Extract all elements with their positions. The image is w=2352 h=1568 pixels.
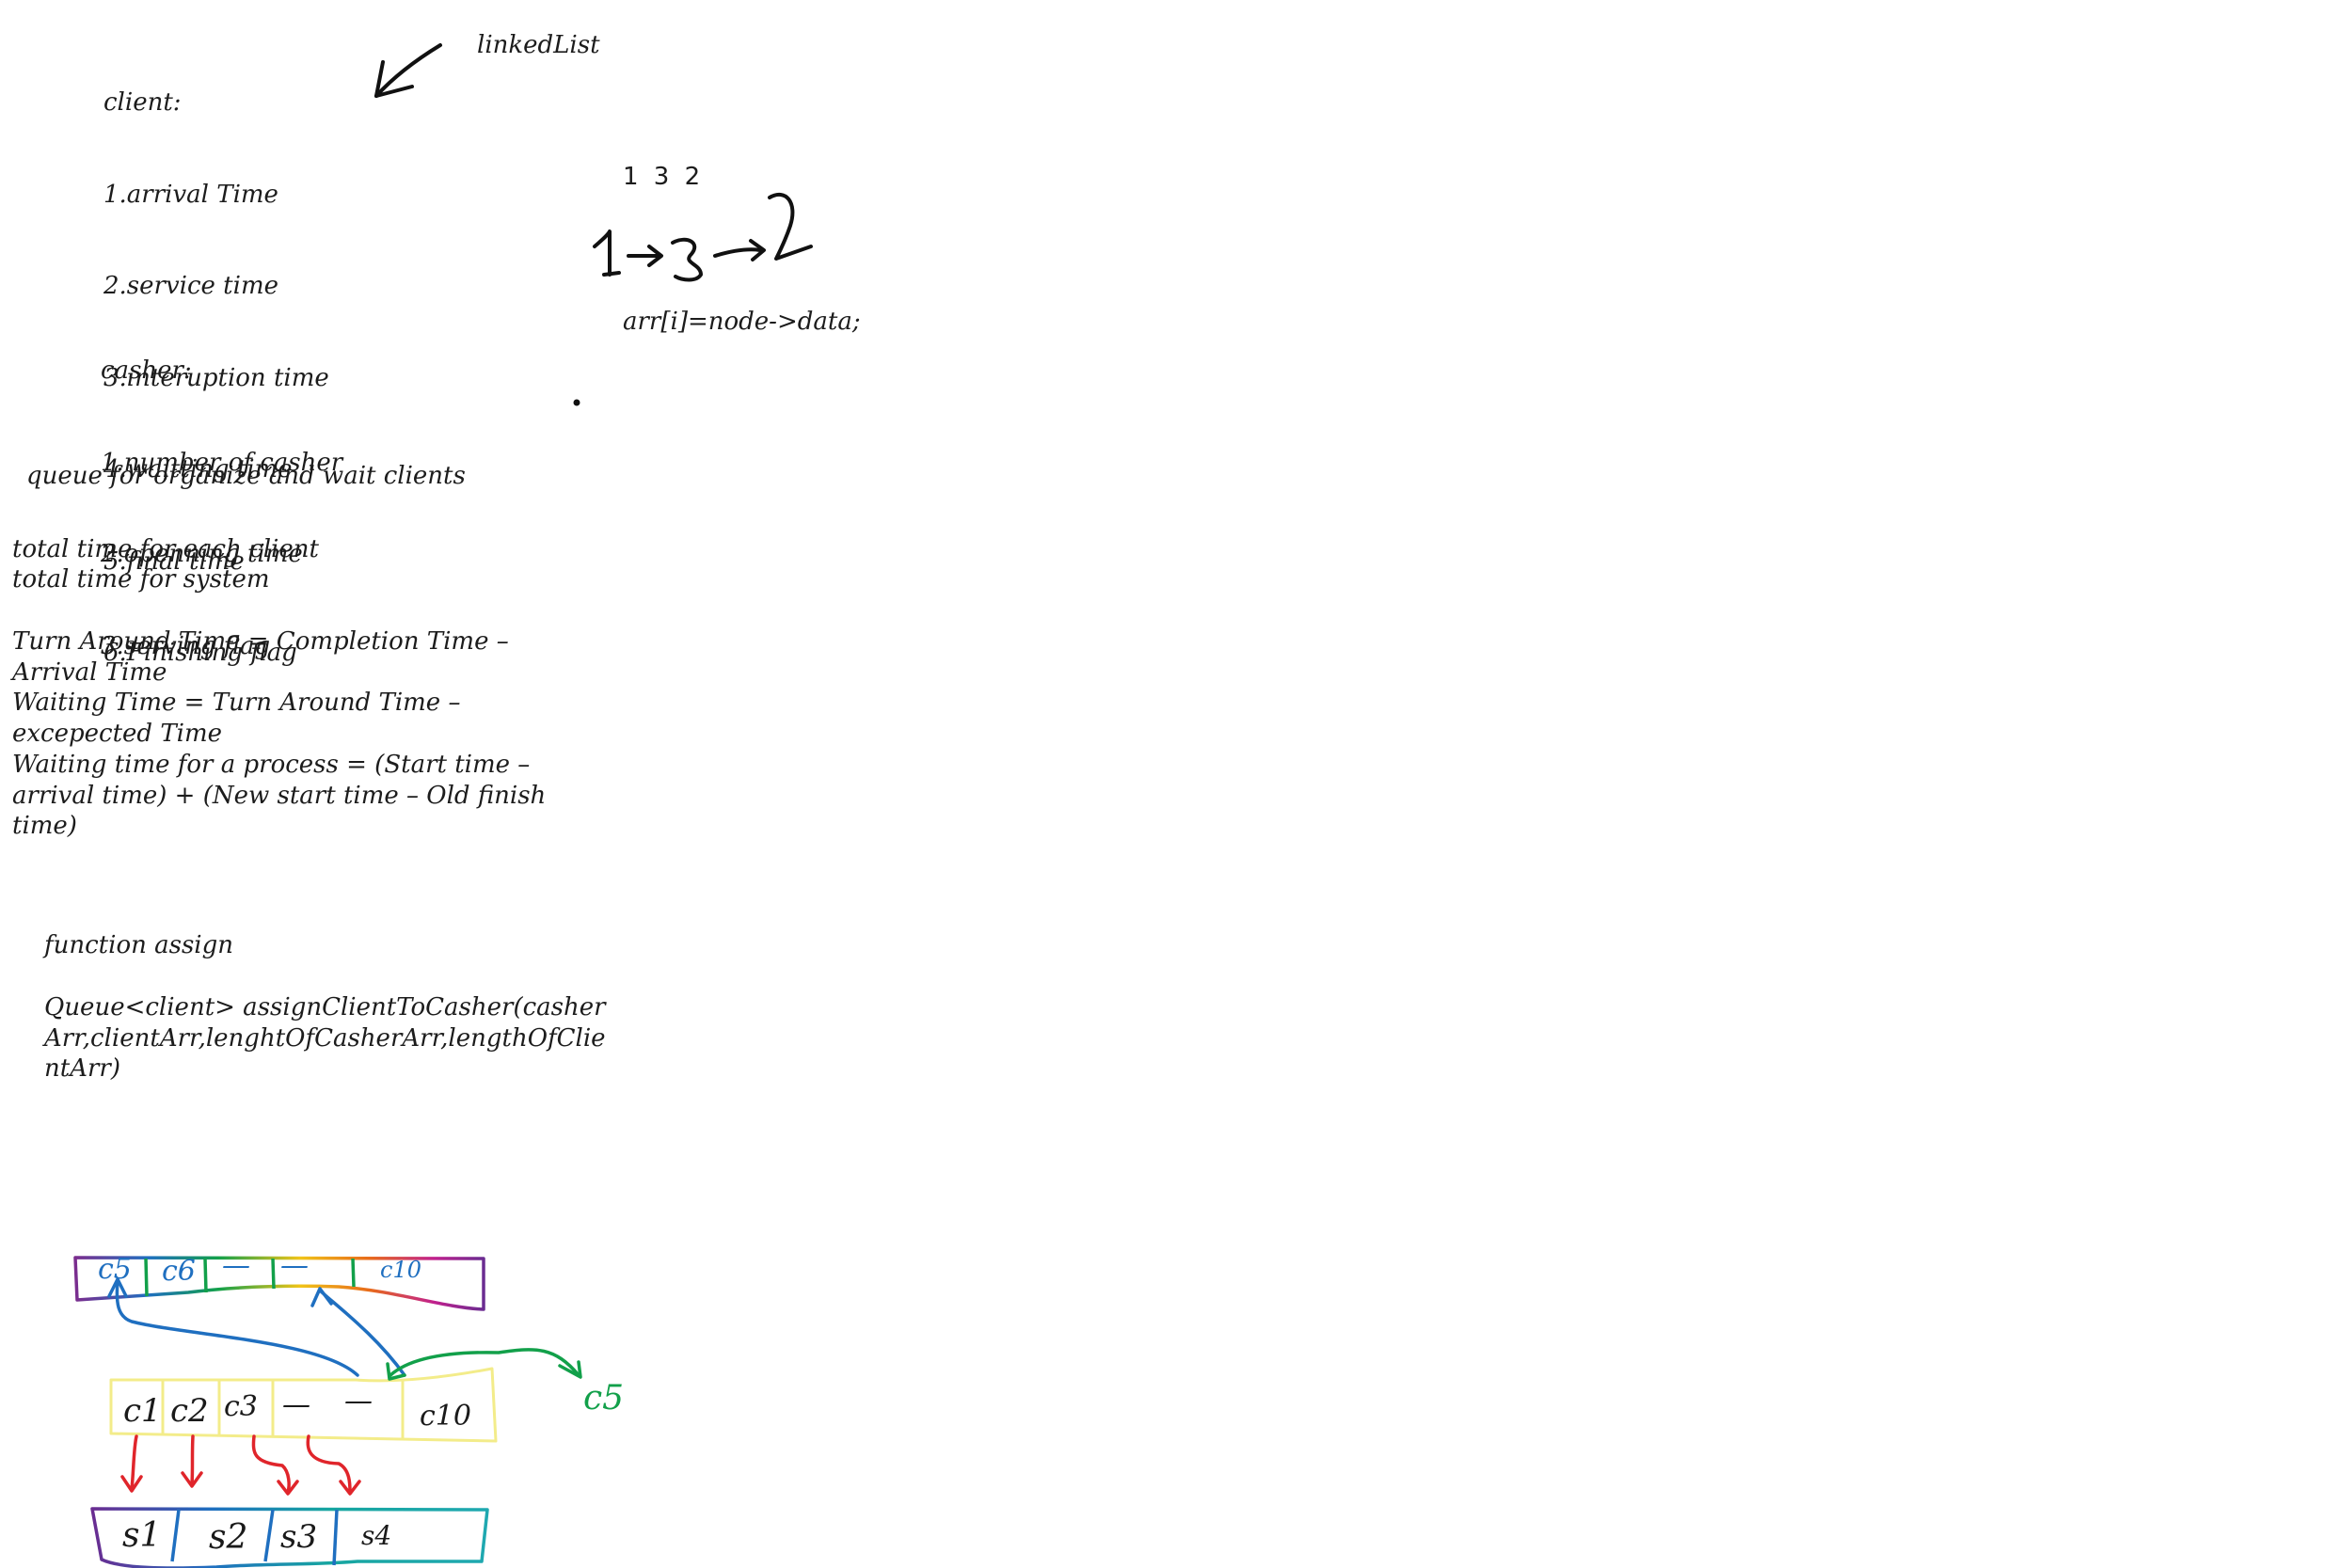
red-serve-arrows xyxy=(120,1434,361,1496)
side-client-label: c5 xyxy=(583,1379,625,1418)
casher-queue-top xyxy=(73,1256,485,1311)
middle-cell-label: — xyxy=(344,1385,373,1418)
middle-cell-label: c3 xyxy=(224,1390,258,1423)
top-cell-label: — xyxy=(280,1249,309,1282)
middle-cell-label: c10 xyxy=(420,1400,471,1433)
top-cell-label: c10 xyxy=(380,1257,421,1283)
bottom-cell-label: s2 xyxy=(209,1518,248,1557)
middle-cell-label: c1 xyxy=(123,1392,162,1430)
bottom-cell-label: s3 xyxy=(280,1518,318,1556)
green-return-arrow xyxy=(386,1348,582,1381)
middle-cell-label: c2 xyxy=(170,1392,209,1430)
bottom-cell-label: s1 xyxy=(122,1516,162,1555)
top-cell-label: c5 xyxy=(98,1253,132,1286)
bottom-cell-label: s4 xyxy=(361,1520,392,1551)
top-cell-label: c6 xyxy=(162,1255,196,1288)
queue-diagram xyxy=(73,1256,582,1568)
middle-cell-label: — xyxy=(282,1388,310,1421)
top-cell-label: — xyxy=(222,1249,250,1282)
